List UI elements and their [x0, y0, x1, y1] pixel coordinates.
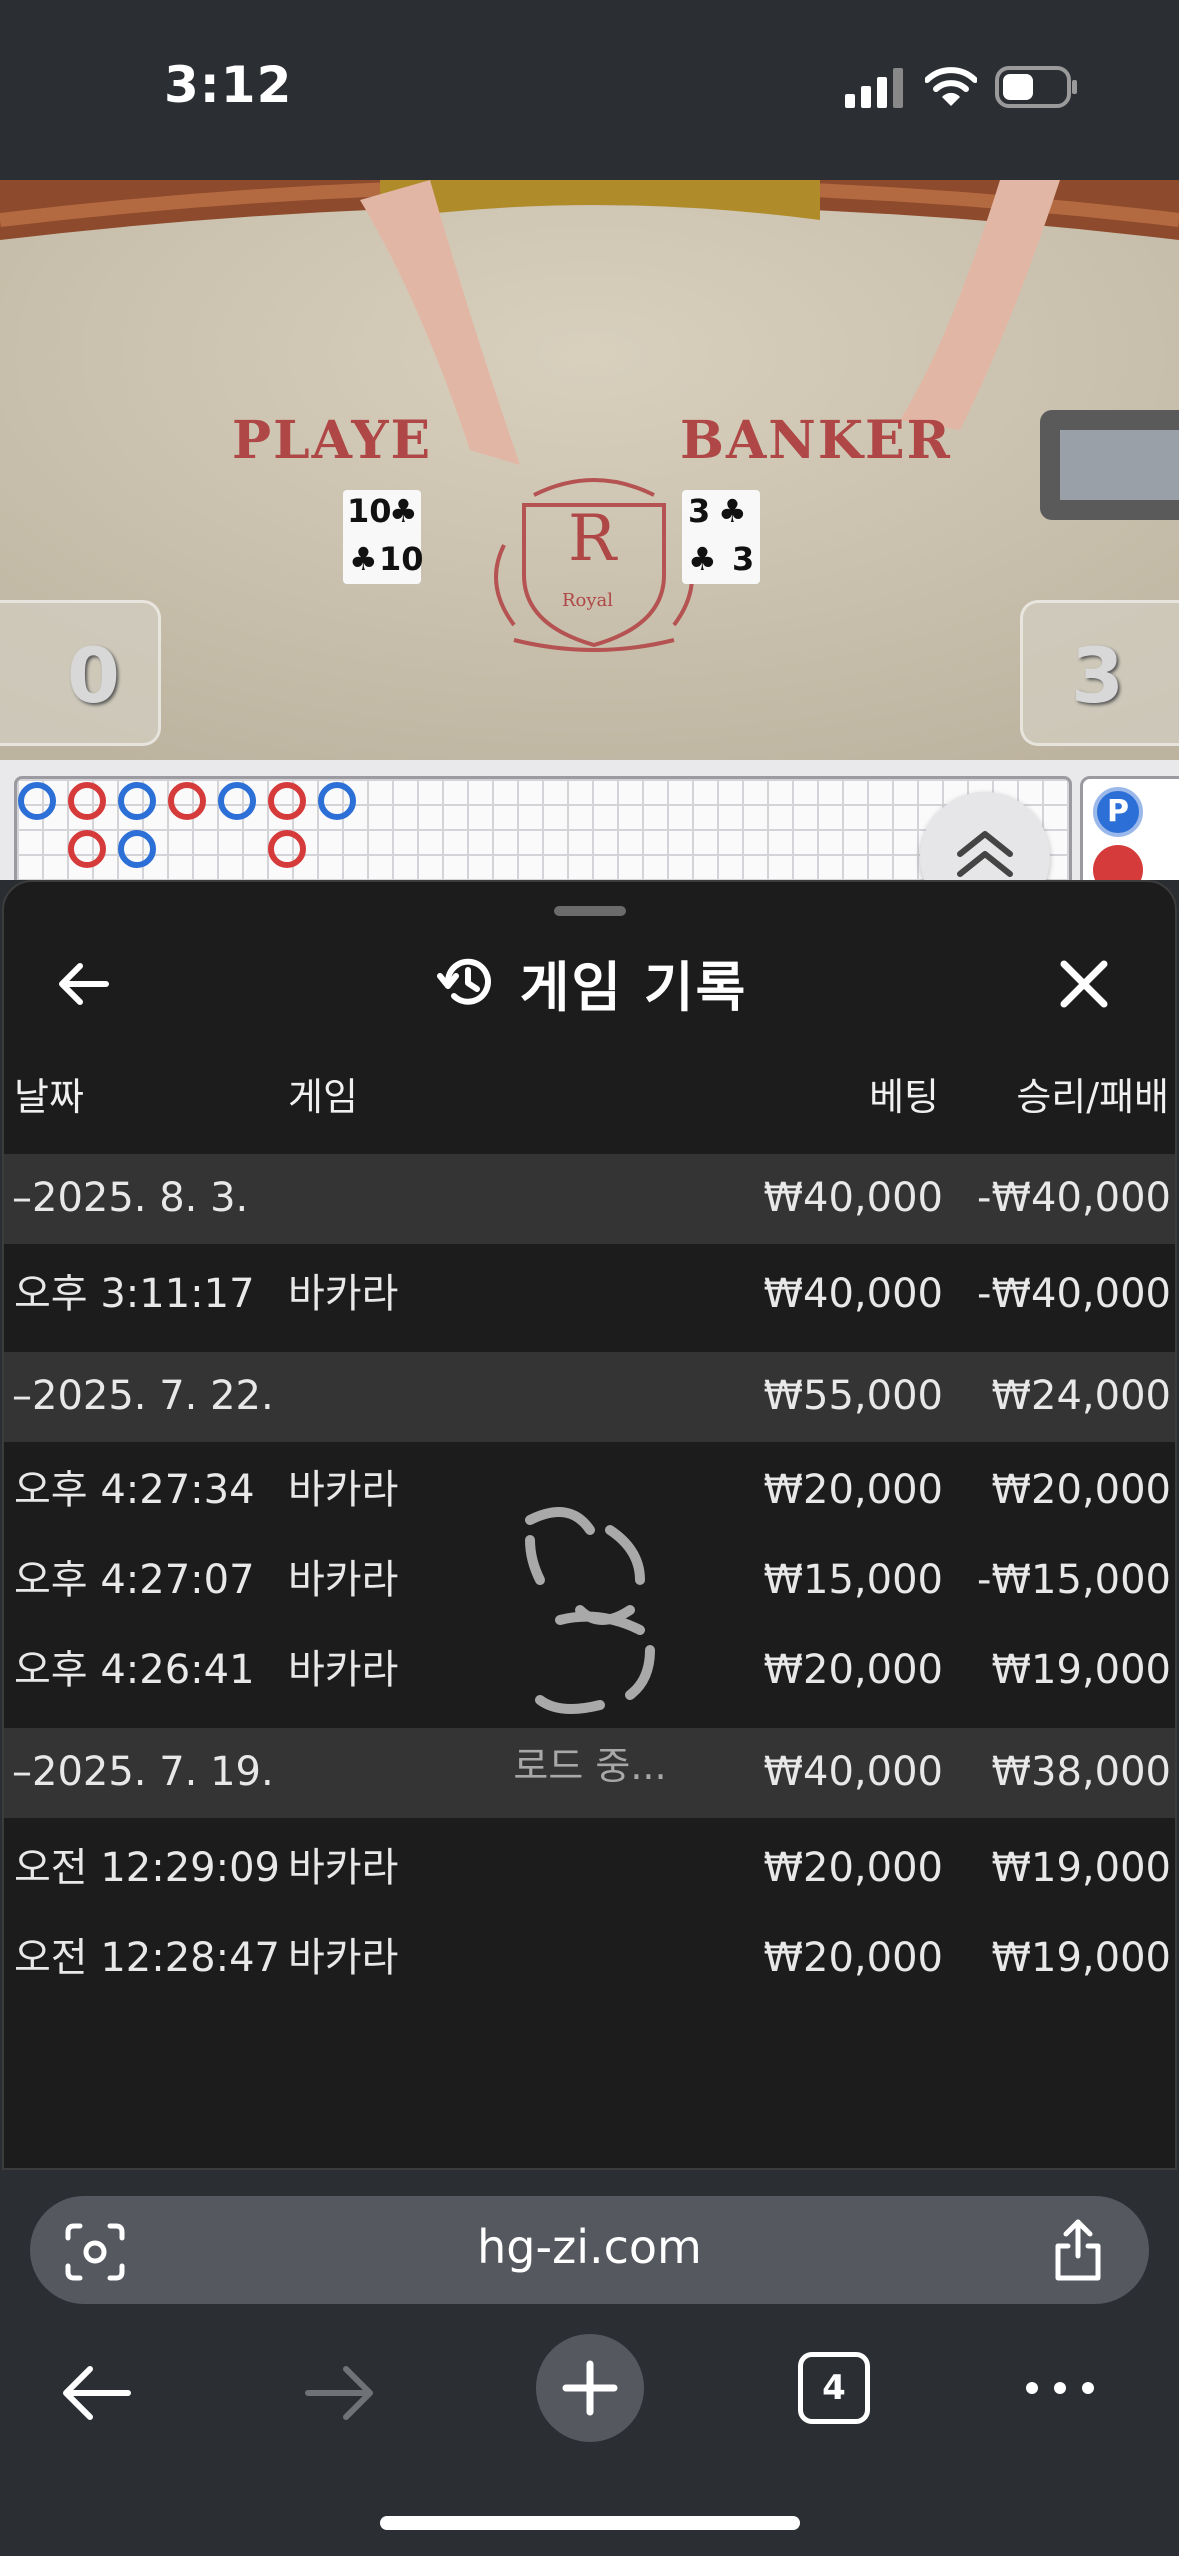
player-area-label: PLAYE — [232, 410, 433, 471]
table-logo-letter: R — [568, 502, 617, 576]
player-predict-badge: P — [1093, 787, 1143, 837]
table-logo-text: Royal — [562, 590, 614, 611]
group-win-loss: ₩24,000 — [991, 1373, 1171, 1419]
new-tab-button[interactable] — [536, 2334, 644, 2442]
baccarat-table-scene — [0, 180, 1179, 760]
road-bead-player — [118, 830, 156, 868]
history-icon — [436, 958, 491, 1005]
record-time: 오후 3:11:17 — [14, 1271, 255, 1317]
date-group-row[interactable]: –2025. 7. 22. ₩55,000 ₩24,000 — [4, 1352, 1175, 1442]
record-bet: ₩20,000 — [763, 1935, 943, 1981]
road-map-predictor[interactable]: P — [1080, 776, 1179, 880]
road-bead-banker — [68, 782, 106, 820]
game-record-row[interactable]: 오전 12:28:47 바카라 ₩20,000 ₩19,000 — [4, 1916, 1175, 2006]
record-game: 바카라 — [288, 1845, 399, 1891]
record-game: 바카라 — [288, 1557, 399, 1603]
browser-forward-icon[interactable] — [300, 2358, 380, 2428]
record-time: 오후 4:27:34 — [14, 1467, 255, 1513]
header-date: 날짜 — [14, 1075, 84, 1119]
player-card: 10 ♣ ♣ 10 — [343, 490, 424, 584]
record-time: 오후 4:27:07 — [14, 1557, 255, 1603]
road-bead-player — [118, 782, 156, 820]
header-game: 게임 — [288, 1075, 358, 1119]
loading-label: 로드 중... — [513, 1744, 667, 1788]
tabs-button[interactable]: 4 — [798, 2352, 870, 2424]
group-bet: ₩40,000 — [763, 1749, 943, 1795]
header-win-loss: 승리/패배 — [1016, 1075, 1169, 1119]
more-options-icon[interactable] — [1020, 2370, 1100, 2406]
record-bet: ₩40,000 — [763, 1271, 943, 1317]
banker-score-box: 3 — [1020, 600, 1179, 746]
game-record-row[interactable]: 오전 12:29:09 바카라 ₩20,000 ₩19,000 — [4, 1826, 1175, 1916]
road-bead-banker — [268, 782, 306, 820]
group-win-loss: ₩38,000 — [991, 1749, 1171, 1795]
record-game: 바카라 — [288, 1647, 399, 1693]
loading-spinner-icon — [525, 1507, 655, 1714]
record-win-loss: ₩19,000 — [991, 1647, 1171, 1693]
record-game: 바카라 — [288, 1271, 399, 1317]
road-bead-banker — [268, 830, 306, 868]
road-bead-player — [18, 782, 56, 820]
road-bead-banker — [168, 782, 206, 820]
record-game: 바카라 — [288, 1935, 399, 1981]
wifi-icon — [925, 67, 977, 106]
tab-count: 4 — [822, 2368, 846, 2408]
group-bet: ₩40,000 — [763, 1175, 943, 1221]
live-dealer-video[interactable]: PLAYE BANKER 10 ♣ ♣ 10 3 ♣ ♣ 3 R Royal 0… — [0, 180, 1179, 760]
record-time: 오전 12:28:47 — [14, 1935, 280, 1981]
banker-predict-badge — [1093, 845, 1143, 880]
record-win-loss: ₩20,000 — [991, 1467, 1171, 1513]
record-bet: ₩15,000 — [763, 1557, 943, 1603]
group-date: –2025. 8. 3. — [12, 1175, 249, 1221]
group-bet: ₩55,000 — [763, 1373, 943, 1419]
player-score: 0 — [67, 631, 120, 720]
plus-icon — [562, 2360, 618, 2416]
share-icon[interactable] — [1050, 2216, 1106, 2284]
table-header: 날짜 게임 베팅 승리/패배 — [4, 1066, 1175, 1126]
date-group-row[interactable]: –2025. 8. 3. ₩40,000 -₩40,000 — [4, 1154, 1175, 1244]
cellular-signal-icon — [845, 68, 903, 108]
record-win-loss: ₩19,000 — [991, 1935, 1171, 1981]
url-text[interactable]: hg-zi.com — [0, 2220, 1179, 2274]
header-bet: 베팅 — [869, 1075, 939, 1119]
road-bead-banker — [68, 830, 106, 868]
browser-back-icon[interactable] — [56, 2358, 136, 2428]
group-win-loss: -₩40,000 — [977, 1175, 1171, 1221]
record-win-loss: ₩19,000 — [991, 1845, 1171, 1891]
record-time: 오전 12:29:09 — [14, 1845, 280, 1891]
sheet-drag-handle[interactable] — [554, 906, 626, 916]
record-game: 바카라 — [288, 1467, 399, 1513]
banker-area-label: BANKER — [680, 410, 952, 471]
record-win-loss: -₩15,000 — [977, 1557, 1171, 1603]
sheet-header: 게임 기록 — [4, 942, 1175, 1022]
record-bet: ₩20,000 — [763, 1467, 943, 1513]
record-bet: ₩20,000 — [763, 1845, 943, 1891]
home-indicator — [380, 2516, 800, 2530]
close-icon — [1060, 960, 1108, 1008]
player-score-box: 0 — [0, 600, 161, 746]
record-bet: ₩20,000 — [763, 1647, 943, 1693]
group-date: –2025. 7. 22. — [12, 1373, 274, 1419]
game-record-row[interactable]: 오후 3:11:17 바카라 ₩40,000 -₩40,000 — [4, 1252, 1175, 1342]
banker-card: 3 ♣ ♣ 3 — [682, 490, 760, 584]
sheet-title: 게임 기록 — [519, 955, 748, 1019]
road-bead-player — [218, 782, 256, 820]
battery-icon — [995, 66, 1077, 108]
status-time: 3:12 — [164, 56, 293, 114]
group-date: –2025. 7. 19. — [12, 1749, 274, 1795]
banker-score: 3 — [1071, 631, 1124, 720]
road-bead-player — [318, 782, 356, 820]
close-button[interactable] — [1044, 944, 1124, 1024]
record-win-loss: -₩40,000 — [977, 1271, 1171, 1317]
record-time: 오후 4:26:41 — [14, 1647, 255, 1693]
status-bar: 3:12 — [0, 0, 1179, 180]
